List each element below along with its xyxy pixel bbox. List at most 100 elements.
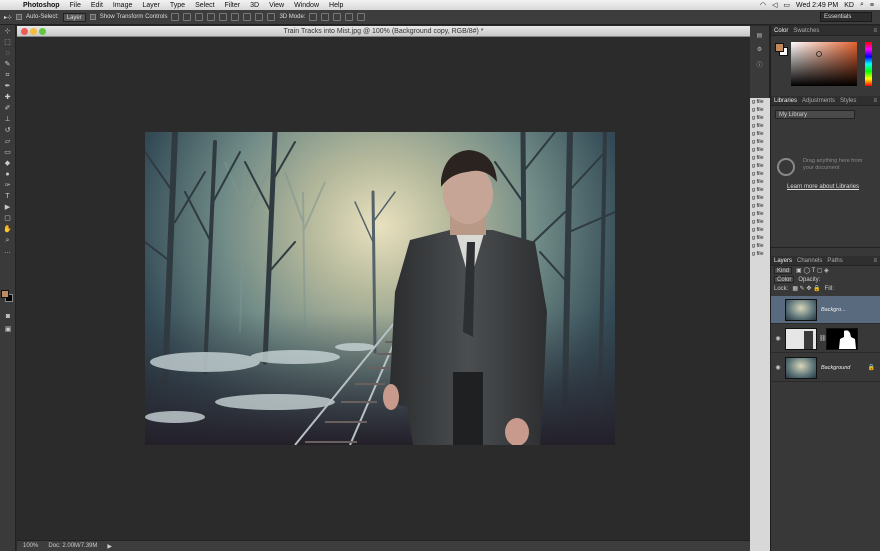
mask-link-icon[interactable]: ⛓: [819, 335, 827, 342]
dodge-tool-icon[interactable]: ●: [3, 171, 13, 179]
zoom-tool-icon[interactable]: ⌕: [3, 237, 13, 245]
menu-help[interactable]: Help: [324, 2, 348, 9]
menu-app[interactable]: Photoshop: [18, 2, 65, 9]
quick-mask-icon[interactable]: ◙: [3, 313, 13, 321]
transform-controls-checkbox[interactable]: [89, 14, 96, 20]
3d-scale-icon[interactable]: [357, 13, 366, 21]
crop-tool-icon[interactable]: ⌗: [3, 72, 13, 80]
list-icon[interactable]: ≡: [870, 2, 874, 9]
panel-menu-icon[interactable]: ≡: [873, 98, 880, 104]
filter-icons[interactable]: ▣ ◯ T ▢ ◈: [796, 267, 829, 274]
shape-tool-icon[interactable]: ▢: [3, 215, 13, 223]
tab-channels[interactable]: Channels: [797, 258, 822, 264]
color-field[interactable]: [791, 42, 857, 86]
canvas-area[interactable]: [17, 37, 750, 540]
3d-roll-icon[interactable]: [321, 13, 330, 21]
battery-icon[interactable]: ▭: [783, 1, 790, 9]
align-top-icon[interactable]: [171, 13, 180, 21]
healing-brush-icon[interactable]: ✚: [3, 94, 13, 102]
align-right-icon[interactable]: [231, 13, 240, 21]
3d-rotate-icon[interactable]: [309, 13, 318, 21]
layer-row[interactable]: ◉ Background 🔒: [771, 354, 880, 382]
more-tools-icon[interactable]: …: [3, 248, 13, 256]
doc-size[interactable]: Doc: 2.00M/7.39M: [48, 543, 97, 549]
tab-libraries[interactable]: Libraries: [774, 98, 797, 104]
blur-tool-icon[interactable]: ◆: [3, 160, 13, 168]
tab-layers[interactable]: Layers: [774, 258, 792, 264]
gradient-tool-icon[interactable]: ▭: [3, 149, 13, 157]
move-tool-icon[interactable]: ⊹: [3, 28, 13, 36]
wifi-icon[interactable]: ◠: [760, 1, 766, 9]
library-dropdown[interactable]: My Library: [775, 110, 855, 119]
align-left-icon[interactable]: [207, 13, 216, 21]
layer-name[interactable]: Backgro...: [821, 307, 846, 313]
hand-tool-icon[interactable]: ✋: [3, 226, 13, 234]
history-brush-icon[interactable]: ↺: [3, 127, 13, 135]
screen-mode-icon[interactable]: ▣: [3, 326, 13, 334]
distribute-icon[interactable]: [255, 13, 264, 21]
hue-slider[interactable]: [865, 42, 872, 86]
layer-mask-thumbnail[interactable]: [826, 327, 858, 350]
menu-image[interactable]: Image: [108, 2, 137, 9]
path-select-icon[interactable]: ▶: [3, 204, 13, 212]
align-bottom-icon[interactable]: [195, 13, 204, 21]
menu-filter[interactable]: Filter: [220, 2, 246, 9]
eyedropper-tool-icon[interactable]: ✒: [3, 83, 13, 91]
align-middle-icon[interactable]: [183, 13, 192, 21]
menu-type[interactable]: Type: [165, 2, 190, 9]
menu-view[interactable]: View: [264, 2, 289, 9]
layer-row[interactable]: ◉ ⛓: [771, 325, 880, 353]
layer-row[interactable]: Backgro...: [771, 296, 880, 324]
volume-icon[interactable]: ◁: [772, 1, 777, 9]
layer-filter-dropdown[interactable]: Kind: [774, 267, 793, 274]
learn-more-link[interactable]: Learn more about Libraries: [787, 184, 859, 190]
marquee-tool-icon[interactable]: ⬚: [3, 39, 13, 47]
user-name[interactable]: KD: [844, 2, 854, 9]
3d-slide-icon[interactable]: [345, 13, 354, 21]
move-tool-icon[interactable]: ▸⊹: [4, 14, 12, 21]
3d-pan-icon[interactable]: [333, 13, 342, 21]
zoom-level[interactable]: 100%: [23, 543, 38, 549]
tab-styles[interactable]: Styles: [840, 98, 856, 104]
eraser-tool-icon[interactable]: ▱: [3, 138, 13, 146]
pen-tool-icon[interactable]: ✑: [3, 182, 13, 190]
menu-window[interactable]: Window: [289, 2, 324, 9]
menu-layer[interactable]: Layer: [137, 2, 165, 9]
distribute-icon[interactable]: [267, 13, 276, 21]
brush-tool-icon[interactable]: ✐: [3, 105, 13, 113]
panel-menu-icon[interactable]: ≡: [873, 28, 880, 34]
menu-select[interactable]: Select: [190, 2, 219, 9]
document-title-bar[interactable]: Train Tracks into Mist.jpg @ 100% (Backg…: [17, 26, 750, 37]
layer-name[interactable]: Background: [821, 365, 850, 371]
auto-select-checkbox[interactable]: [16, 14, 23, 20]
distribute-icon[interactable]: [243, 13, 252, 21]
status-arrow-icon[interactable]: ▶: [107, 543, 112, 550]
quick-select-tool-icon[interactable]: ✎: [3, 61, 13, 69]
zoom-window-button[interactable]: [39, 28, 46, 35]
menu-file[interactable]: File: [65, 2, 86, 9]
visibility-icon[interactable]: ◉: [771, 335, 785, 342]
info-panel-icon[interactable]: ⓘ: [755, 60, 765, 69]
foreground-color-swatch[interactable]: [1, 290, 9, 298]
clone-stamp-icon[interactable]: ⊥: [3, 116, 13, 124]
lock-icons[interactable]: ▦ ✎ ✥ 🔒: [792, 285, 820, 292]
close-window-button[interactable]: [21, 28, 28, 35]
tab-adjustments[interactable]: Adjustments: [802, 98, 835, 104]
search-icon[interactable]: ⌕: [860, 1, 864, 9]
tab-color[interactable]: Color: [774, 28, 788, 34]
clock[interactable]: Wed 2:49 PM: [796, 2, 838, 9]
lasso-tool-icon[interactable]: ◌: [3, 50, 13, 58]
panel-menu-icon[interactable]: ≡: [873, 258, 880, 264]
menu-3d[interactable]: 3D: [245, 2, 264, 9]
align-center-icon[interactable]: [219, 13, 228, 21]
type-tool-icon[interactable]: T: [3, 193, 13, 201]
tab-paths[interactable]: Paths: [827, 258, 842, 264]
tab-swatches[interactable]: Swatches: [793, 28, 819, 34]
foreground-color-swatch[interactable]: [775, 43, 784, 52]
workspace-dropdown[interactable]: Essentials: [820, 12, 872, 22]
document-canvas-image[interactable]: [145, 132, 615, 445]
blend-mode-dropdown[interactable]: Color: [774, 276, 795, 283]
menu-edit[interactable]: Edit: [86, 2, 108, 9]
auto-select-dropdown[interactable]: Layer: [62, 12, 86, 22]
history-panel-icon[interactable]: ▤: [755, 32, 765, 40]
